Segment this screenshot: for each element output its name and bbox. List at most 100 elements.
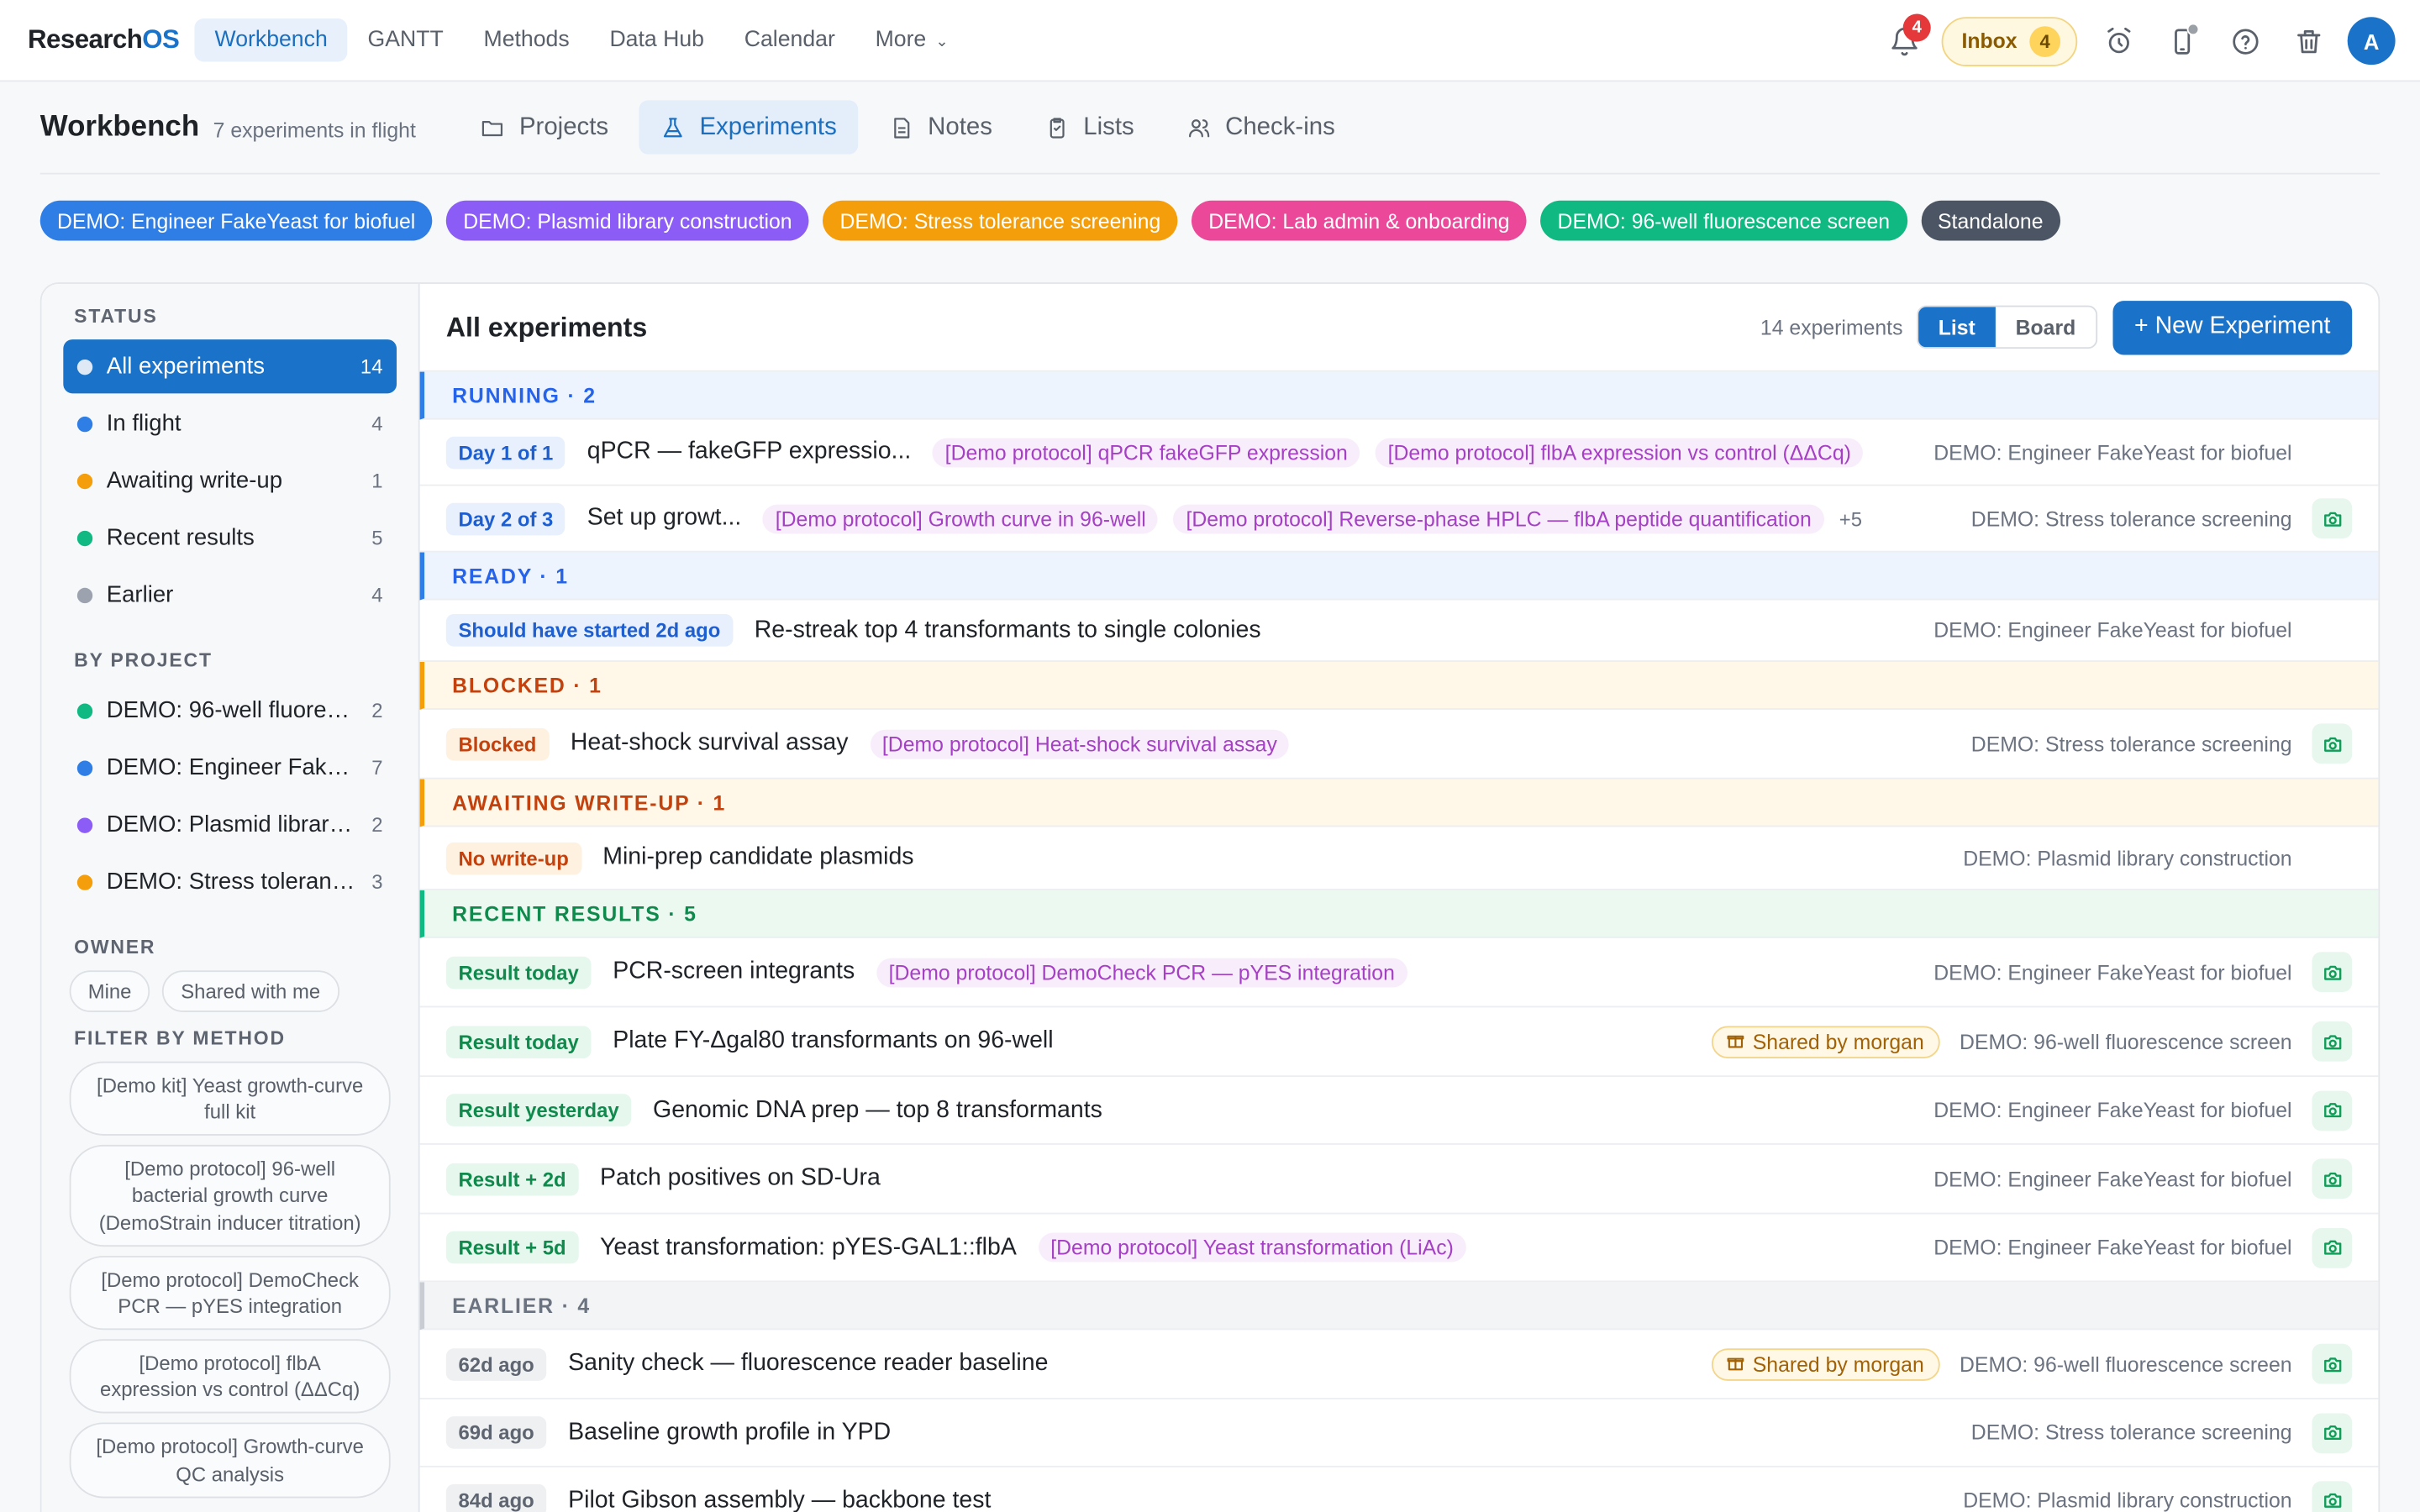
camera-icon[interactable] [2312, 1089, 2353, 1131]
nav-methods[interactable]: Methods [464, 18, 590, 61]
experiment-row[interactable]: Day 1 of 1 qPCR — fakeGFP expressio... [De… [419, 420, 2379, 486]
sidebar-status-item[interactable]: In flight 4 [63, 396, 397, 450]
experiment-row[interactable]: 62d ago Sanity check — fluorescence reade… [419, 1330, 2379, 1399]
experiment-title[interactable]: Mini-prep candidate plasmids [602, 844, 913, 872]
protocol-tag[interactable]: [Demo protocol] DemoCheck PCR — pYES int… [876, 957, 1407, 987]
sidebar-project-item[interactable]: DEMO: Engineer FakeYeast for biofuel 7 [63, 741, 397, 795]
method-filter-pill[interactable]: [Demo protocol] flbA expression vs contr… [69, 1339, 391, 1415]
avatar[interactable]: A [2347, 17, 2396, 66]
experiment-title[interactable]: Set up growt... [587, 505, 742, 533]
experiment-title[interactable]: Plate FY-Δgal80 transformants on 96-well [613, 1027, 1053, 1055]
new-experiment-button[interactable]: + New Experiment [2112, 300, 2353, 354]
tab-check-ins[interactable]: Check-ins [1165, 100, 1356, 154]
nav-workbench[interactable]: Workbench [194, 18, 348, 62]
sidebar-item-label: Earlier [106, 581, 174, 608]
sidebar-status-item[interactable]: Awaiting write-up 1 [63, 454, 397, 507]
experiment-row[interactable]: Should have started 2d ago Re-streak top … [419, 600, 2379, 662]
experiment-row[interactable]: Result today PCR-screen integrants [Demo p… [419, 938, 2379, 1008]
tab-notes[interactable]: Notes [868, 100, 1014, 154]
experiment-title[interactable]: Re-streak top 4 transformants to single … [755, 617, 1261, 644]
camera-icon[interactable] [2312, 1412, 2353, 1453]
status-badge: Result + 2d [445, 1162, 579, 1195]
camera-icon[interactable] [2312, 498, 2353, 539]
experiment-row[interactable]: Result yesterday Genomic DNA prep — top 8… [419, 1077, 2379, 1145]
protocol-tag[interactable]: [Demo protocol] flbA expression vs contr… [1375, 437, 1864, 467]
method-filter-pill[interactable]: [Demo kit] Yeast growth-curve full kit [69, 1061, 391, 1137]
method-filter-pill[interactable]: [Demo protocol] DemoCheck PCR — pYES int… [69, 1255, 391, 1331]
method-filter-pill[interactable]: [Demo protocol] Growth-curve QC analysis [69, 1423, 391, 1498]
camera-icon[interactable] [2312, 1158, 2353, 1200]
owner-shared-filter[interactable]: Shared with me [162, 970, 339, 1012]
board-view-button[interactable]: Board [1996, 307, 2096, 348]
experiment-title[interactable]: Patch positives on SD-Ura [600, 1165, 881, 1193]
sidebar-item-label: DEMO: Stress tolerance screening [106, 869, 360, 895]
help-button[interactable] [2213, 9, 2276, 72]
camera-icon[interactable] [2312, 1021, 2353, 1062]
trash-button[interactable] [2276, 9, 2339, 72]
project-chip[interactable]: DEMO: 96-well fluorescence screen [1540, 200, 1907, 241]
notifications-button[interactable]: 4 [1872, 9, 1935, 72]
list-view-button[interactable]: List [1918, 307, 1996, 348]
experiment-row[interactable]: Blocked Heat-shock survival assay [Demo pr… [419, 710, 2379, 780]
sidebar-item-count: 7 [371, 755, 383, 780]
nav-data-hub[interactable]: Data Hub [590, 18, 724, 61]
project-chip[interactable]: Standalone [1920, 200, 2060, 241]
experiment-title[interactable]: Baseline growth profile in YPD [568, 1419, 891, 1446]
nav-gantt[interactable]: GANTT [348, 18, 464, 61]
nav-calendar[interactable]: Calendar [724, 18, 855, 61]
camera-icon[interactable] [2312, 1343, 2353, 1384]
note-icon [894, 117, 910, 138]
experiment-row[interactable]: Result + 2d Patch positives on SD-Ura DEMO… [419, 1145, 2379, 1215]
owner-mine-filter[interactable]: Mine [69, 970, 150, 1012]
experiment-row[interactable]: 84d ago Pilot Gibson assembly — backbone … [420, 1467, 2379, 1512]
project-label: DEMO: Engineer FakeYeast for biofuel [1933, 618, 2292, 643]
sidebar-project-item[interactable]: DEMO: 96-well fluorescence screen 2 [63, 684, 397, 738]
brand-logo[interactable]: ResearchOS [28, 24, 180, 55]
status-dot [2186, 23, 2200, 36]
sidebar-status-item[interactable]: Recent results 5 [63, 511, 397, 564]
project-dot [76, 759, 93, 775]
experiment-title[interactable]: Yeast transformation: pYES-GAL1::flbA [600, 1233, 1017, 1261]
sidebar-project-item[interactable]: DEMO: Plasmid library construction 2 [63, 798, 397, 852]
experiment-title[interactable]: Heat-shock survival assay [571, 730, 849, 758]
more-protocols-count[interactable]: +5 [1839, 507, 1862, 530]
experiment-row[interactable]: Result + 5d Yeast transformation: pYES-GA… [419, 1215, 2379, 1283]
experiment-row[interactable]: No write-up Mini-prep candidate plasmids D… [419, 827, 2379, 890]
experiment-row[interactable]: Result today Plate FY-Δgal80 transformant… [419, 1007, 2379, 1078]
protocol-tag[interactable]: [Demo protocol] Heat-shock survival assa… [870, 728, 1290, 759]
nav-more[interactable]: More ⌄ [855, 18, 969, 61]
sidebar-status-item[interactable]: Earlier 4 [63, 568, 397, 622]
protocol-tag[interactable]: [Demo protocol] Growth curve in 96-well [763, 503, 1159, 533]
experiment-title[interactable]: qPCR — fakeGFP expressio... [587, 438, 912, 466]
experiment-row[interactable]: 69d ago Baseline growth profile in YPD DEM… [419, 1399, 2379, 1467]
experiment-title[interactable]: PCR-screen integrants [613, 958, 855, 986]
camera-icon[interactable] [2312, 952, 2353, 993]
inbox-button[interactable]: Inbox 4 [1941, 16, 2078, 66]
experiment-title[interactable]: Pilot Gibson assembly — backbone test [568, 1487, 991, 1512]
project-chip[interactable]: DEMO: Stress tolerance screening [823, 200, 1178, 241]
protocol-tag[interactable]: [Demo protocol] qPCR fakeGFP expression [932, 437, 1360, 467]
project-chip[interactable]: DEMO: Engineer FakeYeast for biofuel [39, 200, 433, 241]
alarm-button[interactable] [2086, 9, 2149, 72]
tab-projects[interactable]: Projects [459, 100, 630, 154]
status-badge: Day 1 of 1 [445, 435, 566, 469]
tab-experiments[interactable]: Experiments [639, 100, 859, 155]
project-chip[interactable]: DEMO: Plasmid library construction [446, 200, 809, 241]
camera-icon[interactable] [2312, 1480, 2353, 1512]
experiment-title[interactable]: Genomic DNA prep — top 8 transformants [653, 1096, 1102, 1124]
project-chip[interactable]: DEMO: Lab admin & onboarding [1192, 200, 1527, 241]
tab-lists[interactable]: Lists [1023, 100, 1156, 154]
sidebar-project-item[interactable]: DEMO: Stress tolerance screening 3 [63, 855, 397, 909]
protocol-tag[interactable]: [Demo protocol] Yeast transformation (Li… [1038, 1232, 1466, 1263]
device-button[interactable] [2150, 9, 2213, 72]
sidebar-status-item[interactable]: All experiments 14 [63, 339, 397, 394]
method-filter-pill[interactable]: [Demo protocol] 96-well bacterial growth… [69, 1145, 391, 1247]
experiment-row[interactable]: Day 2 of 3 Set up growt... [Demo protocol]… [419, 486, 2379, 553]
project-label: DEMO: 96-well fluorescence screen [1960, 1030, 2292, 1053]
protocol-tag[interactable]: [Demo protocol] Reverse-phase HPLC — flb… [1173, 503, 1824, 533]
experiments-panel: STATUS All experiments 14 In flight 4 Awaiti… [39, 282, 2381, 1512]
camera-icon[interactable] [2312, 723, 2353, 764]
view-toggle: List Board [1917, 305, 2097, 349]
experiment-title[interactable]: Sanity check — fluorescence reader basel… [568, 1350, 1048, 1378]
camera-icon[interactable] [2312, 1227, 2353, 1268]
